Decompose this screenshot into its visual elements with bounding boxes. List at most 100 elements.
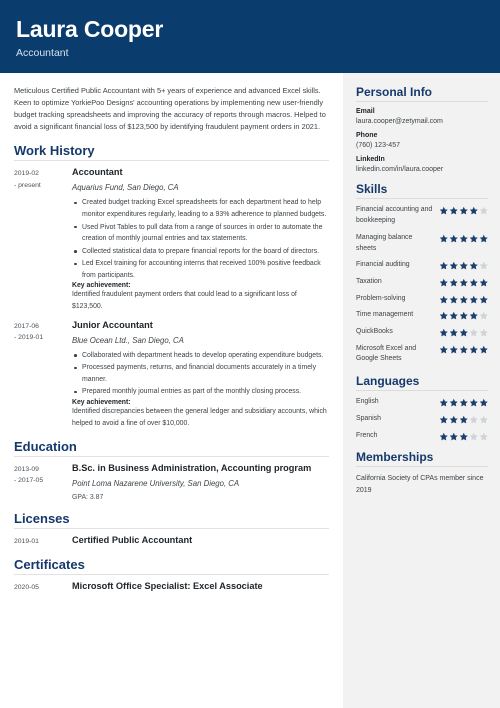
skill-label: Financial auditing [356, 261, 410, 269]
skill-row: Financial auditing [356, 260, 488, 271]
certificate-entry: 2020-05 Microsoft Office Specialist: Exce… [14, 581, 329, 593]
sidebar-divider [356, 390, 488, 392]
star-empty-icon [479, 312, 488, 320]
section-title-certificates: Certificates [14, 557, 85, 573]
work-history-key-achievement-label: Key achievement: [72, 282, 131, 290]
work-history-entry: 2019-02 - present Accountant Aquarius Fund,… [14, 167, 329, 312]
contact-value[interactable]: (760) 123-457 [356, 142, 488, 149]
certificates-list: 2020-05 Microsoft Office Specialist: Exce… [14, 581, 329, 593]
star-filled-icon [439, 312, 448, 320]
star-filled-icon [459, 261, 468, 270]
section-title-licenses: Licenses [14, 511, 70, 527]
licenses-list: 2019-01 Certified Public Accountant [14, 535, 329, 547]
star-filled-icon [469, 234, 478, 243]
work-history-entry-date-line: - present [14, 181, 41, 189]
work-history-entry-body: Junior Accountant Blue Ocean Ltd., San Di… [66, 320, 329, 430]
education-entry-role: B.Sc. in Business Administration, Accoun… [72, 463, 312, 474]
skill-label: Financial accounting and bookkeeping [356, 206, 433, 225]
star-filled-icon [449, 312, 458, 320]
license-entry-role: Certified Public Accountant [72, 535, 193, 546]
certificate-entry-role: Microsoft Office Specialist: Excel Assoc… [72, 581, 263, 592]
star-filled-icon [439, 261, 448, 270]
star-filled-icon [439, 398, 448, 407]
star-filled-icon [479, 234, 488, 243]
star-empty-icon [479, 328, 488, 337]
star-filled-icon [459, 398, 468, 407]
skills-list: Financial accounting and bookkeeping Mana… [356, 205, 488, 365]
section-divider [14, 456, 329, 458]
contact-label: Email [356, 108, 375, 116]
star-empty-icon [469, 328, 478, 337]
star-filled-icon [459, 295, 468, 304]
resume-page: Laura Cooper Accountant Meticulous Certi… [0, 0, 500, 708]
star-filled-icon [459, 328, 468, 337]
work-history-key-achievement-text: Identified discrepancies between the gen… [72, 408, 327, 427]
contact-value[interactable]: linkedin.com/in/laura.cooper [356, 166, 488, 173]
star-filled-icon [459, 234, 468, 243]
language-rating [439, 414, 489, 425]
sidebar-title-skills: Skills [356, 182, 388, 197]
star-filled-icon [479, 278, 488, 287]
skill-rating [439, 277, 489, 288]
memberships-text: California Society of CPAs member since … [356, 475, 484, 494]
license-entry-date: 2019-01 [14, 535, 66, 547]
skill-rating [439, 205, 489, 216]
main-column: Meticulous Certified Public Accountant w… [0, 73, 343, 708]
star-filled-icon [469, 278, 478, 287]
work-history-entry-date: 2017-06 - 2019-01 [14, 320, 66, 430]
sidebar-column: Personal Info Email laura.cooper@zetymail… [343, 73, 500, 708]
section-divider [14, 574, 329, 576]
candidate-job-title: Accountant [16, 47, 69, 60]
star-filled-icon [469, 398, 478, 407]
work-history-entry-bullets: Collaborated with department heads to de… [72, 350, 329, 398]
star-empty-icon [479, 432, 488, 441]
skill-label: QuickBooks [356, 328, 393, 336]
sidebar-divider [356, 466, 488, 468]
contact-label: Phone [356, 132, 378, 140]
star-filled-icon [449, 261, 458, 270]
work-history-entry-role: Accountant [72, 167, 123, 178]
skill-row: QuickBooks [356, 327, 488, 338]
star-filled-icon [469, 345, 478, 354]
work-history-entry-organization: Aquarius Fund, San Diego, CA [72, 183, 179, 193]
education-entry-date: 2013-09 - 2017-05 [14, 463, 66, 501]
star-filled-icon [469, 312, 478, 320]
star-filled-icon [449, 415, 458, 424]
skill-row: Taxation [356, 277, 488, 288]
star-filled-icon [439, 432, 448, 441]
resume-header: Laura Cooper Accountant [0, 0, 500, 74]
contact-block: Email laura.cooper@zetymail.com [356, 108, 488, 125]
skill-label: Problem-solving [356, 294, 406, 302]
skill-rating [439, 294, 489, 305]
work-history-entry-date-line: 2019-02 [14, 170, 39, 178]
resume-body: Meticulous Certified Public Accountant w… [0, 73, 500, 708]
section-title-education: Education [14, 439, 77, 455]
contact-value[interactable]: laura.cooper@zetymail.com [356, 118, 488, 125]
star-empty-icon [479, 415, 488, 424]
skill-label: Microsoft Excel and Google Sheets [356, 344, 417, 363]
education-entry-date-line: - 2017-05 [14, 477, 44, 485]
star-filled-icon [439, 295, 448, 304]
work-history-entry-role: Junior Accountant [72, 319, 153, 330]
section-divider [14, 528, 329, 530]
skill-rating [439, 327, 489, 338]
language-label: Spanish [356, 414, 381, 422]
work-history-entry-bullet: Processed payments, returns, and financi… [72, 362, 329, 385]
sidebar-divider [356, 101, 488, 103]
language-rating [439, 397, 489, 408]
language-row: Spanish [356, 414, 488, 425]
star-filled-icon [449, 278, 458, 287]
skill-row: Problem-solving [356, 294, 488, 305]
work-history-entry-body: Accountant Aquarius Fund, San Diego, CA Cr… [66, 167, 329, 312]
section-title-work-history: Work History [14, 143, 95, 159]
section-divider [14, 160, 329, 162]
skill-row: Time management [356, 310, 488, 321]
certificate-entry-body: Microsoft Office Specialist: Excel Assoc… [66, 581, 329, 593]
star-filled-icon [439, 345, 448, 354]
star-filled-icon [439, 207, 448, 215]
star-filled-icon [449, 432, 458, 441]
sidebar-title-personal-info: Personal Info [356, 85, 433, 100]
language-row: French [356, 431, 488, 442]
work-history-entry-bullet: Prepared monthly journal entries as part… [72, 386, 329, 398]
education-entry-body: B.Sc. in Business Administration, Accoun… [66, 463, 329, 501]
